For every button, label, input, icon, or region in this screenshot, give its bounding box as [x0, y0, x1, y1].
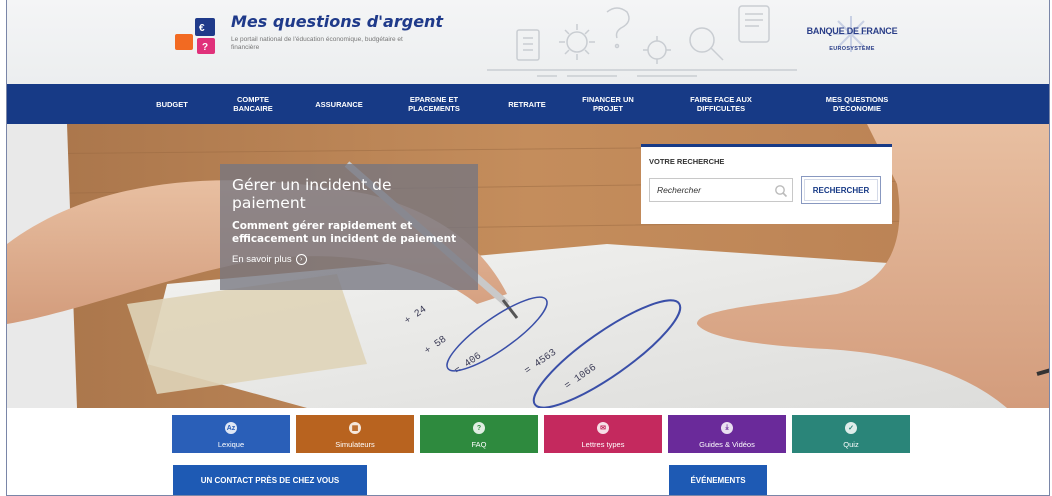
promo-title: Gérer un incident de paiement [232, 176, 392, 212]
header-decoration [487, 5, 797, 77]
contact-near-you-button[interactable]: UN CONTACT PRÈS DE CHEZ VOUS [173, 465, 367, 495]
nav-item-epargne-placements[interactable]: EPARGNE ET PLACEMENTS [397, 84, 471, 124]
promo-card: Gérer un incident de paiement Comment gé… [220, 164, 478, 290]
search-button[interactable]: RECHERCHER [801, 176, 881, 204]
site-logo[interactable]: € ? Mes questions d'argent Le portail na… [175, 10, 443, 70]
partner-name: BANQUE DE FRANCE [806, 26, 898, 36]
tile-label: Lettres types [581, 440, 625, 449]
hero-banner: + 24 + 58 = 406 = 4563 = 1066 Gérer un i… [7, 124, 1049, 408]
download-icon: ⤓ [721, 422, 733, 434]
site-header: € ? Mes questions d'argent Le portail na… [7, 0, 1049, 84]
calculator-icon: ▦ [349, 422, 361, 434]
nav-item-financer-projet[interactable]: FINANCER UN PROJET [572, 84, 644, 124]
promo-link-label: En savoir plus [232, 254, 292, 265]
check-icon: ✓ [845, 422, 857, 434]
letter-icon: ✉ [597, 422, 609, 434]
nav-item-questions-economie[interactable]: MES QUESTIONS D'ECONOMIE [807, 84, 907, 124]
arrow-right-circle-icon: › [295, 254, 307, 265]
main-navigation: BUDGET COMPTE BANCAIRE ASSURANCE EPARGNE… [7, 84, 1049, 124]
tile-faq[interactable]: ? FAQ [420, 415, 538, 453]
nav-item-faire-face-difficultes[interactable]: FAIRE FACE AUX DIFFICULTES [675, 84, 767, 124]
partner-tag: EUROSYSTÈME [829, 46, 875, 52]
search-input-wrapper [649, 178, 793, 202]
page-frame: € ? Mes questions d'argent Le portail na… [6, 0, 1050, 496]
nav-item-retraite[interactable]: RETRAITE [497, 84, 557, 124]
search-panel: VOTRE RECHERCHE RECHERCHER [641, 144, 892, 224]
promo-description: Comment gérer rapidement et efficacement… [232, 220, 457, 245]
tile-quiz[interactable]: ✓ Quiz [792, 415, 910, 453]
events-button[interactable]: ÉVÉNEMENTS [669, 465, 767, 495]
logo-title: Mes questions d'argent [231, 12, 444, 31]
nav-item-budget[interactable]: BUDGET [147, 84, 197, 124]
search-input[interactable] [650, 179, 792, 201]
tile-label: FAQ [471, 440, 487, 449]
tile-guides-videos[interactable]: ⤓ Guides & Vidéos [668, 415, 786, 453]
promo-read-more-link[interactable]: En savoir plus › [232, 254, 466, 265]
tile-label: Guides & Vidéos [699, 440, 755, 449]
question-icon: ? [473, 422, 485, 434]
search-label: VOTRE RECHERCHE [649, 157, 725, 166]
logo-subtitle: Le portail national de l'éducation écono… [231, 36, 403, 51]
banque-de-france-logo[interactable]: BANQUE DE FRANCE EUROSYSTÈME [797, 14, 907, 70]
dictionary-icon: Az [225, 422, 237, 434]
tile-label: Lexique [217, 440, 245, 449]
logo-speech-bubbles-icon: € ? [175, 18, 215, 54]
tile-lexique[interactable]: Az Lexique [172, 415, 290, 453]
nav-item-compte-bancaire[interactable]: COMPTE BANCAIRE [225, 84, 281, 124]
tile-lettres-types[interactable]: ✉ Lettres types [544, 415, 662, 453]
svg-text:?: ? [202, 42, 208, 53]
svg-text:€: € [199, 23, 205, 34]
tile-simulateurs[interactable]: ▦ Simulateurs [296, 415, 414, 453]
nav-item-assurance[interactable]: ASSURANCE [305, 84, 373, 124]
search-icon [775, 185, 788, 198]
tile-label: Simulateurs [335, 440, 375, 449]
tile-label: Quiz [843, 440, 859, 449]
hero-photo: + 24 + 58 = 406 = 4563 = 1066 [7, 124, 1049, 408]
